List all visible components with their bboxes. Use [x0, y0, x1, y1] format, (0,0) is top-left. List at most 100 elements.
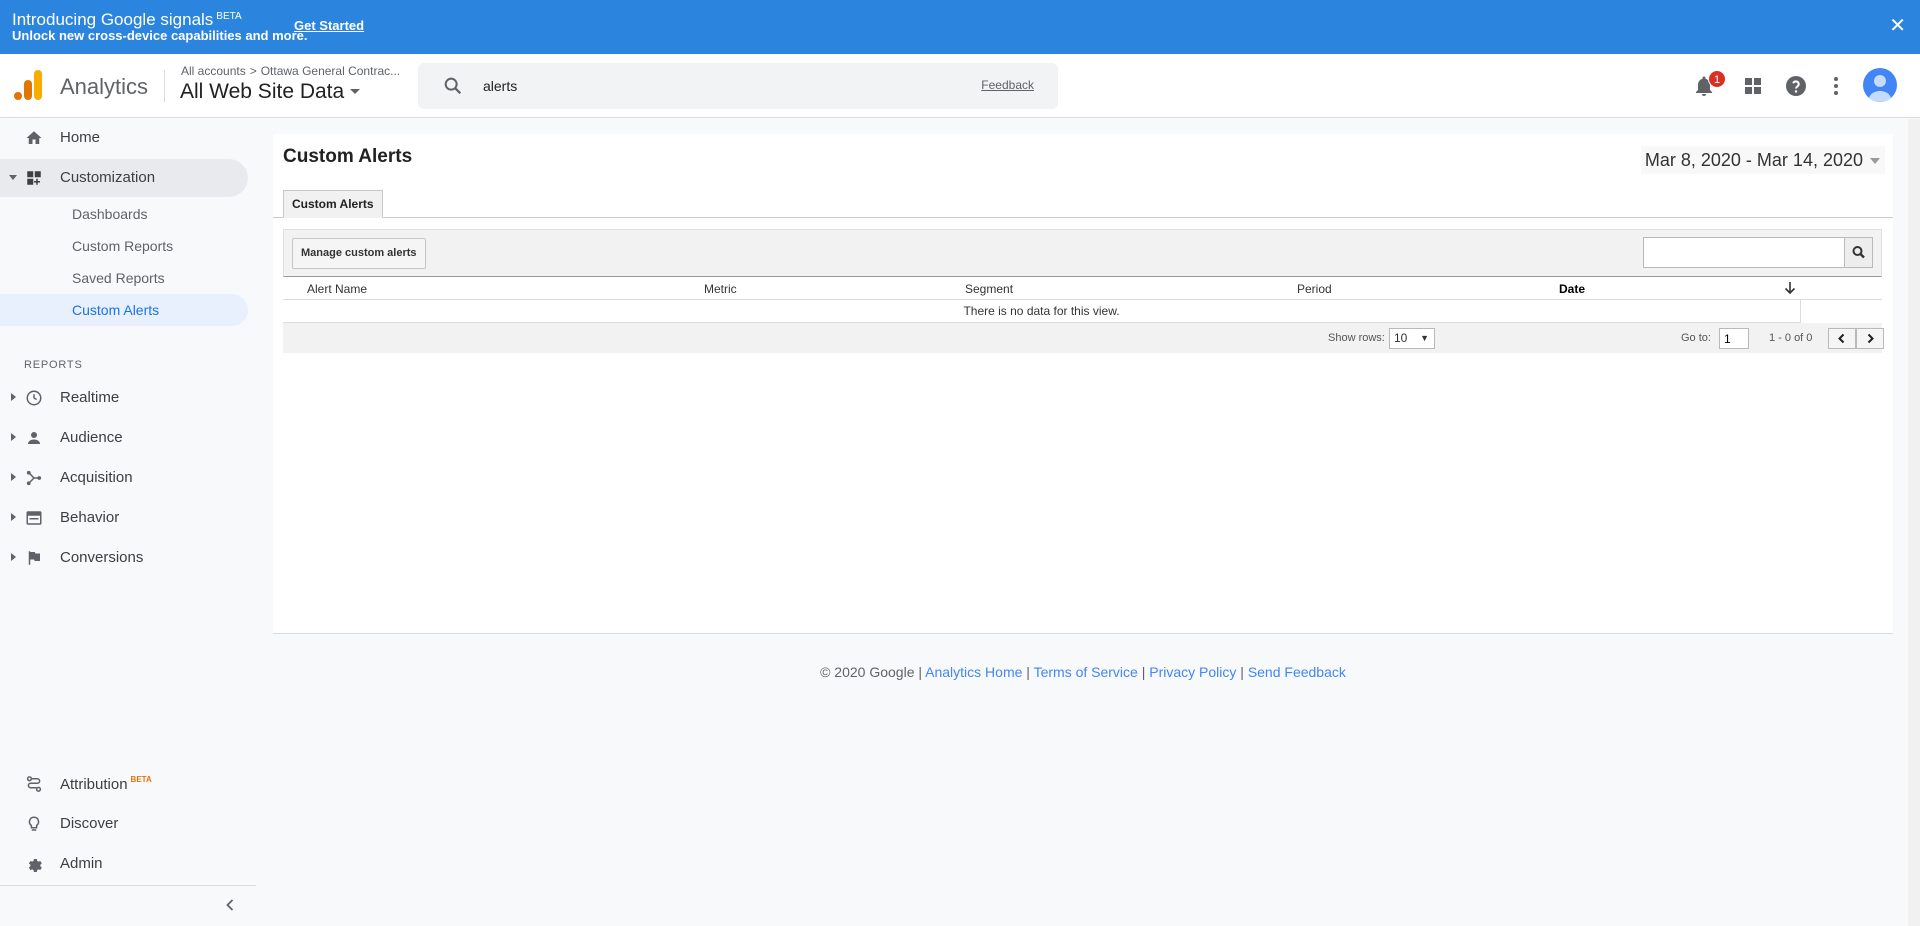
page-title: Custom Alerts [283, 146, 413, 167]
column-header-date[interactable]: Date [1559, 282, 1585, 296]
get-started-link[interactable]: Get Started [294, 18, 364, 33]
sidebar-item-dashboards[interactable]: Dashboards [0, 198, 248, 230]
column-header-period[interactable]: Period [1297, 282, 1332, 296]
breadcrumb-root[interactable]: All accounts [181, 64, 246, 78]
go-to-label: Go to: [1681, 332, 1711, 344]
flag-icon [28, 551, 40, 565]
breadcrumb-account[interactable]: Ottawa General Contrac... [261, 64, 400, 78]
table-search-input[interactable] [1644, 238, 1844, 267]
help-icon[interactable] [1784, 74, 1808, 98]
table-search-button[interactable] [1844, 238, 1872, 267]
sidebar-item-discover[interactable]: Discover [0, 805, 248, 843]
avatar[interactable] [1863, 68, 1897, 102]
sidebar-item-label: Behavior [60, 509, 120, 526]
sidebar-item-conversions[interactable]: Conversions [0, 539, 248, 577]
banner-title: Introducing Google signals BETA [12, 10, 242, 30]
more-vert-icon[interactable] [1824, 74, 1848, 98]
sidebar-item-admin[interactable]: Admin [0, 845, 248, 883]
footer-separator: | [1240, 664, 1244, 680]
sidebar-item-label-wrap: Attribution BETA [60, 775, 152, 793]
lightbulb-icon [28, 816, 40, 831]
next-page-button[interactable] [1856, 328, 1884, 349]
sidebar-subitem-label: Saved Reports [72, 270, 165, 286]
caret-down-icon [350, 89, 361, 94]
attribution-icon [26, 776, 42, 792]
sidebar-item-label: Realtime [60, 389, 120, 406]
table-search [1643, 237, 1873, 268]
user-avatar-icon [1869, 75, 1891, 102]
show-rows-select[interactable]: 10 ▼ [1389, 328, 1435, 349]
header-divider [164, 70, 165, 102]
analytics-logo-icon [14, 70, 42, 100]
sidebar-item-custom-alerts[interactable]: Custom Alerts [0, 294, 248, 326]
acquisition-icon [26, 470, 42, 486]
person-icon [28, 432, 40, 444]
table-toolbar: Manage custom alerts [283, 229, 1882, 277]
sidebar-divider [0, 885, 256, 886]
search-input[interactable] [483, 73, 923, 99]
sidebar-item-label: Discover [60, 815, 119, 832]
copyright-text: © 2020 Google [820, 664, 915, 680]
sidebar-item-label: Admin [60, 855, 103, 872]
table-header: Alert Name Metric Segment Period Date [283, 277, 1882, 300]
chevron-right-icon: > [249, 64, 257, 78]
collapse-sidebar-icon[interactable] [222, 897, 238, 913]
sidebar-item-attribution[interactable]: Attribution BETA [0, 765, 248, 803]
send-feedback-link[interactable]: Send Feedback [1248, 664, 1346, 680]
expand-arrow-icon [11, 513, 16, 521]
page-range-text: 1 - 0 of 0 [1769, 332, 1813, 344]
sidebar-item-label: Audience [60, 429, 123, 446]
close-icon[interactable]: ✕ [1889, 14, 1906, 38]
sidebar-item-saved-reports[interactable]: Saved Reports [0, 262, 248, 294]
search-feedback-link[interactable]: Feedback [981, 78, 1034, 92]
home-icon [26, 131, 42, 144]
app-name: Analytics [60, 74, 149, 99]
analytics-home-link[interactable]: Analytics Home [925, 664, 1022, 680]
sidebar-item-realtime[interactable]: Realtime [0, 379, 248, 417]
sidebar-item-behavior[interactable]: Behavior [0, 499, 248, 537]
banner-subtitle: Unlock new cross-device capabilities and… [12, 28, 308, 43]
beta-badge: BETA [216, 11, 242, 22]
sidebar-item-acquisition[interactable]: Acquisition [0, 459, 248, 497]
terms-of-service-link[interactable]: Terms of Service [1034, 664, 1138, 680]
web-page-icon [26, 511, 42, 525]
go-to-input[interactable] [1719, 328, 1749, 349]
column-header-alert-name[interactable]: Alert Name [307, 282, 367, 296]
sidebar-subitem-label: Custom Alerts [72, 302, 160, 318]
manage-custom-alerts-button[interactable]: Manage custom alerts [292, 238, 426, 269]
sidebar-item-label: Attribution [60, 776, 128, 793]
sidebar-item-custom-reports[interactable]: Custom Reports [0, 230, 248, 262]
expand-arrow-icon [9, 175, 17, 180]
privacy-policy-link[interactable]: Privacy Policy [1149, 664, 1236, 680]
search-bar[interactable]: Feedback [418, 63, 1058, 109]
show-rows-value: 10 [1394, 331, 1408, 345]
sidebar-item-home[interactable]: Home [0, 119, 248, 157]
caret-down-icon [1870, 158, 1880, 164]
column-header-segment[interactable]: Segment [965, 282, 1013, 296]
footer-separator: | [1026, 664, 1030, 680]
chevron-left-icon [1838, 333, 1845, 344]
date-range-text: Mar 8, 2020 - Mar 14, 2020 [1644, 150, 1863, 170]
footer-separator: | [1141, 664, 1146, 680]
empty-table-row: There is no data for this view. [283, 300, 1801, 323]
announcement-banner: Introducing Google signals BETA Unlock ne… [0, 0, 1920, 54]
sidebar-item-audience[interactable]: Audience [0, 419, 248, 457]
sort-descending-icon[interactable] [1783, 281, 1797, 295]
date-range-picker[interactable]: Mar 8, 2020 - Mar 14, 2020 [1640, 146, 1885, 174]
sidebar-item-customization[interactable]: Customization [0, 159, 248, 197]
breadcrumb[interactable]: All accounts > Ottawa General Contrac... [181, 64, 400, 78]
sidebar-subitem-label: Dashboards [72, 206, 148, 222]
app-header: Analytics All accounts > Ottawa General Co… [0, 54, 1920, 118]
page-footer: © 2020 Google | Analytics Home | Terms o… [273, 664, 1893, 680]
reports-section-heading: REPORTS [24, 359, 83, 371]
apps-grid-icon[interactable] [1741, 74, 1765, 98]
previous-page-button[interactable] [1828, 328, 1856, 349]
expand-arrow-icon [11, 393, 16, 401]
sidebar-item-label: Home [60, 129, 101, 146]
footer-separator: | [918, 664, 923, 680]
banner-title-text: Introducing Google signals [12, 10, 214, 29]
view-selector[interactable]: All Web Site Data [180, 80, 361, 104]
tab-custom-alerts[interactable]: Custom Alerts [283, 190, 383, 218]
column-header-metric[interactable]: Metric [704, 282, 737, 296]
page-scrollbar[interactable] [1908, 119, 1920, 926]
